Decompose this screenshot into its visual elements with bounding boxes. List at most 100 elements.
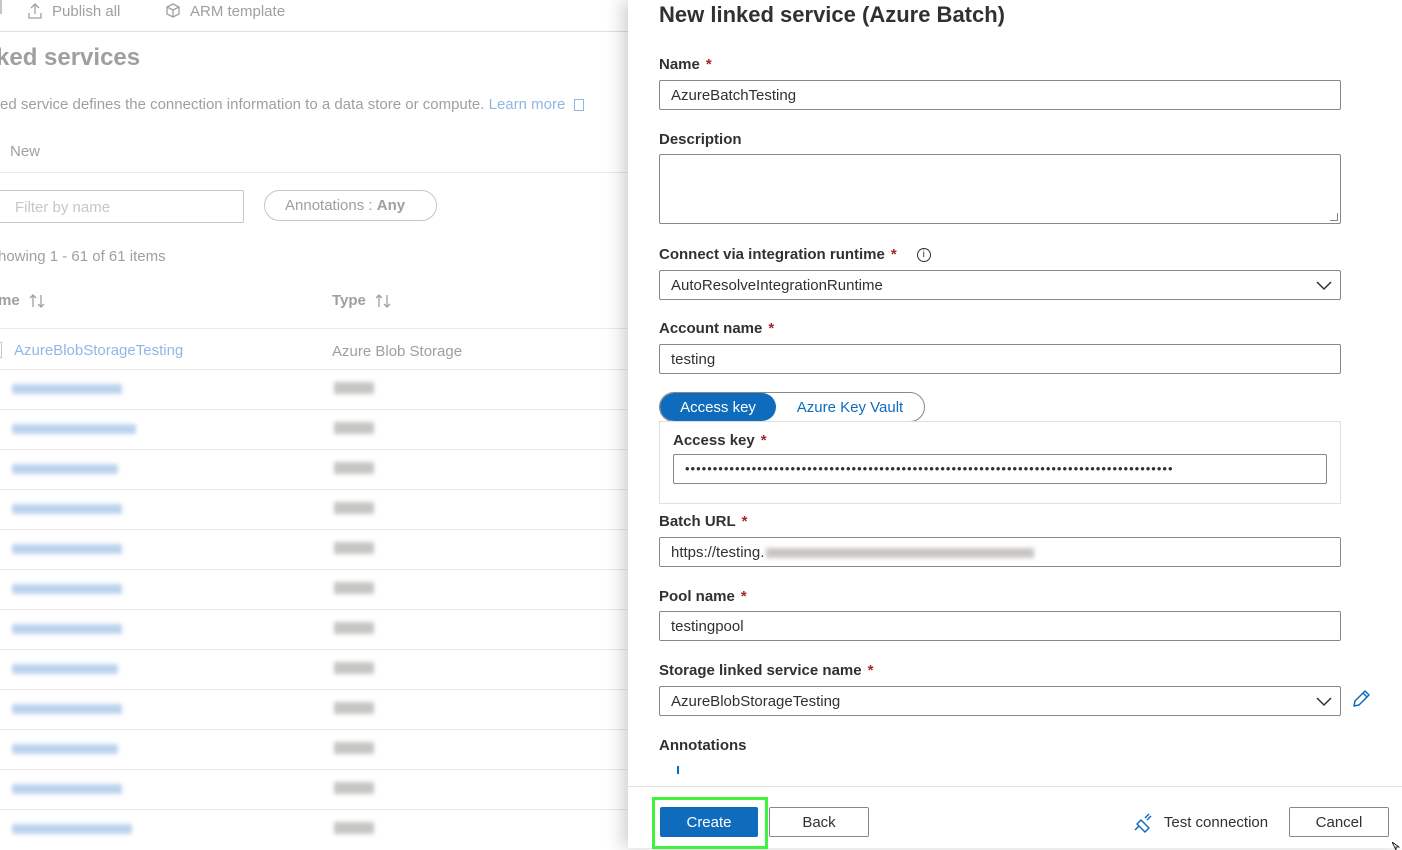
annotations-filter-label: Annotations : — [285, 197, 377, 214]
tab-access-key[interactable]: Access key — [660, 393, 776, 421]
storage-linked-service-label-text: Storage linked service name — [659, 662, 862, 679]
divider — [0, 172, 628, 173]
table-row-redacted[interactable] — [0, 570, 628, 610]
redacted-type — [334, 422, 374, 434]
tab-azure-key-vault[interactable]: Azure Key Vault — [776, 393, 924, 421]
toolbar-divider — [0, 0, 2, 14]
description-textarea[interactable] — [659, 154, 1341, 224]
table-row-redacted[interactable] — [0, 450, 628, 490]
table-row-redacted[interactable] — [0, 370, 628, 410]
chevron-down-icon — [1316, 281, 1332, 291]
page-title: ked services — [0, 44, 141, 71]
item-count: howing 1 - 61 of 61 items — [0, 248, 166, 265]
chevron-down-icon — [1316, 697, 1332, 707]
redacted-type — [334, 582, 374, 594]
required-marker: * — [741, 513, 748, 530]
back-button[interactable]: Back — [769, 807, 869, 837]
required-marker: * — [705, 56, 712, 73]
redacted-type — [334, 462, 374, 474]
table-row-redacted[interactable] — [0, 810, 628, 848]
external-link-icon — [573, 99, 584, 112]
info-icon[interactable]: i — [916, 247, 931, 262]
required-marker: * — [890, 246, 897, 263]
edit-pencil-icon[interactable] — [1350, 688, 1372, 710]
name-label: Name * — [659, 56, 712, 73]
table-row-redacted[interactable] — [0, 490, 628, 530]
test-connection-button[interactable]: Test connection — [1126, 807, 1274, 837]
pool-name-label-text: Pool name — [659, 588, 735, 605]
redacted-name — [12, 384, 122, 394]
redacted-type — [334, 502, 374, 514]
table-row-redacted[interactable] — [0, 610, 628, 650]
table-row-redacted[interactable] — [0, 650, 628, 690]
page-description: ed service defines the connection inform… — [0, 96, 584, 113]
access-key-label: Access key * — [673, 432, 767, 449]
required-marker: * — [768, 320, 775, 337]
panel-title: New linked service (Azure Batch) — [659, 2, 1006, 27]
name-label-text: Name — [659, 56, 700, 73]
table-row-redacted[interactable] — [0, 530, 628, 570]
annotations-filter-pill[interactable]: Annotations : Any — [264, 190, 437, 221]
access-key-section: Access key * ••••••••••••••••••••••••••••… — [659, 421, 1341, 504]
cube-icon — [166, 3, 180, 18]
new-linked-service-panel: New linked service (Azure Batch) Name * A… — [628, 0, 1402, 850]
arm-template-button[interactable]: ARM template — [164, 2, 285, 20]
plug-icon — [1134, 813, 1152, 833]
redacted-type — [334, 742, 374, 754]
resize-handle[interactable] — [1330, 213, 1338, 221]
storage-linked-service-value: AzureBlobStorageTesting — [671, 693, 841, 710]
table-row-redacted[interactable] — [0, 410, 628, 450]
batch-url-label: Batch URL * — [659, 513, 748, 530]
runtime-label: Connect via integration runtime * i — [659, 246, 931, 263]
table-row-redacted[interactable] — [0, 770, 628, 810]
redacted-name — [12, 664, 118, 674]
filter-placeholder: Filter by name — [15, 199, 111, 216]
description-label: Description — [659, 131, 742, 148]
description-label-text: Description — [659, 131, 742, 148]
redacted-name — [12, 464, 118, 474]
batch-url-value: https://testing. — [671, 544, 765, 561]
table-row-redacted[interactable] — [0, 690, 628, 730]
new-button[interactable]: New — [10, 143, 40, 160]
learn-more-link[interactable]: Learn more — [489, 96, 566, 113]
row-checkbox[interactable] — [0, 342, 2, 358]
pool-name-value: testingpool — [671, 618, 744, 635]
publish-all-label: Publish all — [52, 2, 121, 20]
redacted-url — [766, 548, 1035, 559]
redacted-type — [334, 622, 374, 634]
row-name-link[interactable]: AzureBlobStorageTesting — [14, 342, 183, 359]
redacted-name — [12, 704, 122, 714]
column-header-type[interactable]: Type — [332, 292, 392, 309]
account-name-input[interactable]: testing — [659, 344, 1341, 374]
redacted-type — [334, 782, 374, 794]
redacted-name — [12, 744, 118, 754]
table-row[interactable]: AzureBlobStorageTesting Azure Blob Stora… — [0, 330, 628, 370]
linked-services-page: Publish all ARM template ked services ed… — [0, 0, 628, 848]
table-row-redacted[interactable] — [0, 730, 628, 770]
redacted-name — [12, 544, 122, 554]
account-name-value: testing — [671, 351, 716, 368]
column-header-name[interactable]: me — [0, 292, 46, 309]
runtime-dropdown[interactable]: AutoResolveIntegrationRuntime — [659, 270, 1341, 300]
column-header-name-label: me — [0, 292, 20, 309]
batch-url-input[interactable]: https://testing. — [659, 537, 1341, 567]
create-button[interactable]: Create — [660, 807, 758, 837]
storage-linked-service-dropdown[interactable]: AzureBlobStorageTesting — [659, 686, 1341, 716]
add-annotation-partial[interactable] — [677, 766, 679, 774]
cancel-button[interactable]: Cancel — [1289, 807, 1389, 837]
name-input[interactable]: AzureBatchTesting — [659, 80, 1341, 110]
annotations-label-text: Annotations — [659, 737, 747, 754]
redacted-name — [12, 424, 136, 434]
mouse-cursor-icon — [1392, 842, 1400, 850]
redacted-type — [334, 382, 374, 394]
publish-all-button[interactable]: Publish all — [26, 2, 120, 20]
filter-input[interactable]: Filter by name — [0, 190, 244, 223]
batch-url-label-text: Batch URL — [659, 513, 736, 530]
access-key-input[interactable]: ••••••••••••••••••••••••••••••••••••••••… — [673, 454, 1327, 484]
pool-name-input[interactable]: testingpool — [659, 611, 1341, 641]
redacted-type — [334, 822, 374, 834]
credential-type-toggle: Access key Azure Key Vault — [659, 392, 925, 422]
redacted-name — [12, 584, 122, 594]
pool-name-label: Pool name * — [659, 588, 747, 605]
redacted-type — [334, 662, 374, 674]
